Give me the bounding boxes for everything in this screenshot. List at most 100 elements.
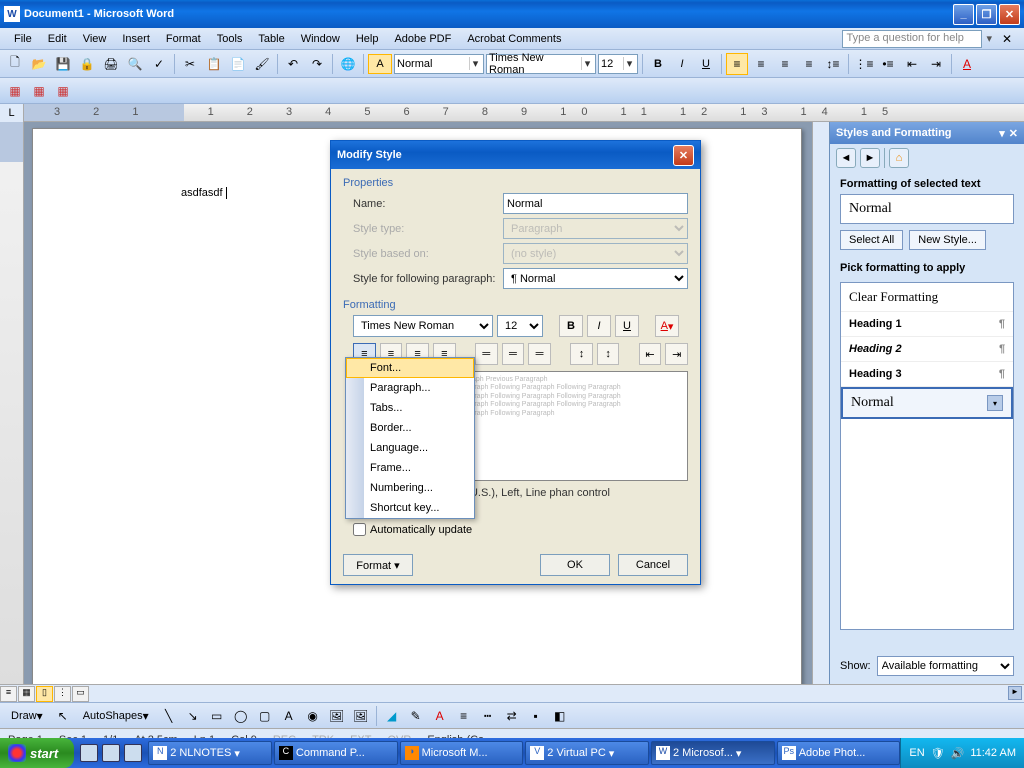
taskpane-close[interactable]: ✕ [1009, 127, 1018, 140]
draw-menu[interactable]: Draw ▾ [4, 705, 50, 727]
bold-button[interactable]: B [647, 53, 669, 75]
taskbar-app-cmd[interactable]: CCommand P... [274, 741, 398, 765]
line-color-icon[interactable]: ✎ [405, 705, 427, 727]
auto-update-checkbox[interactable] [353, 523, 366, 536]
font-dropdown[interactable]: Times New Roman▾ [486, 54, 596, 74]
pdf-convert-email-icon[interactable]: ▦ [28, 80, 50, 102]
redo-icon[interactable]: ↷ [306, 53, 328, 75]
fm-border[interactable]: Border... [346, 418, 474, 438]
fm-tabs[interactable]: Tabs... [346, 398, 474, 418]
font-color-button[interactable]: A [956, 53, 978, 75]
menu-acrobat-comments[interactable]: Acrobat Comments [459, 31, 569, 47]
arrow-style-icon[interactable]: ⇄ [501, 705, 523, 727]
show-dropdown[interactable]: Available formatting [877, 656, 1014, 676]
dlg-indent-inc[interactable]: ⇥ [665, 343, 688, 365]
fm-paragraph[interactable]: Paragraph... [346, 378, 474, 398]
dlg-font-select[interactable]: Times New Roman [353, 315, 493, 337]
new-style-button[interactable]: New Style... [909, 230, 986, 250]
help-search-input[interactable]: Type a question for help [842, 30, 982, 48]
fill-color-icon[interactable]: ◢ [381, 705, 403, 727]
format-painter-icon[interactable]: 🖌 [251, 53, 273, 75]
taskbar-app-photoshop[interactable]: PsAdobe Phot... [777, 741, 901, 765]
pdf-convert-icon[interactable]: ▦ [4, 80, 26, 102]
tray-shield-icon[interactable]: 🛡 [931, 747, 945, 760]
nav-fwd-icon[interactable]: ► [860, 148, 880, 168]
underline-button[interactable]: U [695, 53, 717, 75]
tray-volume-icon[interactable]: 🔊 [951, 747, 965, 760]
close-doc-button[interactable]: ✕ [996, 28, 1018, 50]
view-weblayout[interactable]: ▦ [18, 686, 35, 702]
preview-icon[interactable]: 🔍 [124, 53, 146, 75]
taskpane-dropdown[interactable]: ▾ [999, 127, 1005, 140]
taskbar-app-nlnotes[interactable]: N2 NLNOTES▾ [148, 741, 272, 765]
fm-shortcut[interactable]: Shortcut key... [346, 498, 474, 518]
hyperlink-icon[interactable]: 🌐 [337, 53, 359, 75]
wordart-icon[interactable]: A [278, 705, 300, 727]
dash-style-icon[interactable]: ┅ [477, 705, 499, 727]
menu-window[interactable]: Window [293, 31, 348, 47]
align-left-button[interactable]: ≡ [726, 53, 748, 75]
nav-back-icon[interactable]: ◄ [836, 148, 856, 168]
style-dropdown[interactable]: Normal▾ [394, 54, 484, 74]
paste-icon[interactable]: 📄 [227, 53, 249, 75]
shadow-icon[interactable]: ▪ [525, 705, 547, 727]
bullet-list-button[interactable]: •≡ [877, 53, 899, 75]
dlg-underline-button[interactable]: U [615, 315, 639, 337]
textbox-icon[interactable]: ▢ [254, 705, 276, 727]
line-icon[interactable]: ╲ [158, 705, 180, 727]
fm-numbering[interactable]: Numbering... [346, 478, 474, 498]
start-button[interactable]: start [0, 738, 74, 768]
picture-icon[interactable]: 🖼 [350, 705, 372, 727]
dlg-size-select[interactable]: 12 [497, 315, 543, 337]
ql-desktop-icon[interactable] [124, 744, 142, 762]
dlg-italic-button[interactable]: I [587, 315, 611, 337]
open-icon[interactable]: 📂 [28, 53, 50, 75]
fm-frame[interactable]: Frame... [346, 458, 474, 478]
style-heading1[interactable]: Heading 1¶ [841, 312, 1013, 337]
dlg-para-after[interactable]: ↕ [597, 343, 620, 365]
view-outline[interactable]: ⋮ [54, 686, 71, 702]
dlg-indent-dec[interactable]: ⇤ [639, 343, 662, 365]
autoshapes-menu[interactable]: AutoShapes ▾ [76, 705, 156, 727]
select-objects-icon[interactable]: ↖ [52, 705, 74, 727]
maximize-button[interactable]: ❐ [976, 4, 997, 25]
new-icon[interactable]: 🗋 [4, 53, 26, 75]
diagram-icon[interactable]: ◉ [302, 705, 324, 727]
menu-insert[interactable]: Insert [114, 31, 158, 47]
fm-font[interactable]: Font... [346, 358, 474, 378]
decrease-indent-button[interactable]: ⇤ [901, 53, 923, 75]
dlg-fontcolor-button[interactable]: A▾ [655, 315, 679, 337]
line-spacing-button[interactable]: ↕≡ [822, 53, 844, 75]
view-reading[interactable]: ▭ [72, 686, 89, 702]
tray-clock[interactable]: 11:42 AM [970, 747, 1016, 759]
spelling-icon[interactable]: ✓ [148, 53, 170, 75]
menu-file[interactable]: File [6, 31, 40, 47]
arrow-icon[interactable]: ↘ [182, 705, 204, 727]
close-button[interactable]: ✕ [999, 4, 1020, 25]
style-heading3[interactable]: Heading 3¶ [841, 362, 1013, 387]
dialog-titlebar[interactable]: Modify Style ✕ [331, 141, 700, 169]
dlg-bold-button[interactable]: B [559, 315, 583, 337]
nav-home-icon[interactable]: ⌂ [889, 148, 909, 168]
dlg-spacing-2[interactable]: ═ [528, 343, 551, 365]
align-center-button[interactable]: ≡ [750, 53, 772, 75]
ql-ie-icon[interactable] [80, 744, 98, 762]
select-all-button[interactable]: Select All [840, 230, 903, 250]
ok-button[interactable]: OK [540, 554, 610, 576]
font-color-icon[interactable]: A [429, 705, 451, 727]
horizontal-scrollbar[interactable]: ► [90, 686, 1024, 702]
menu-help[interactable]: Help [348, 31, 387, 47]
undo-icon[interactable]: ↶ [282, 53, 304, 75]
rect-icon[interactable]: ▭ [206, 705, 228, 727]
menu-tools[interactable]: Tools [209, 31, 251, 47]
align-justify-button[interactable]: ≡ [798, 53, 820, 75]
view-printlayout[interactable]: ▯ [36, 686, 53, 702]
cut-icon[interactable]: ✂ [179, 53, 201, 75]
taskbar-app-word[interactable]: W2 Microsof...▾ [651, 741, 775, 765]
increase-indent-button[interactable]: ⇥ [925, 53, 947, 75]
dlg-spacing-15[interactable]: ═ [502, 343, 525, 365]
ql-msn-icon[interactable] [102, 744, 120, 762]
style-normal[interactable]: Normal▾ [841, 387, 1013, 419]
tray-lang[interactable]: EN [909, 747, 924, 759]
vertical-ruler[interactable] [0, 122, 24, 684]
